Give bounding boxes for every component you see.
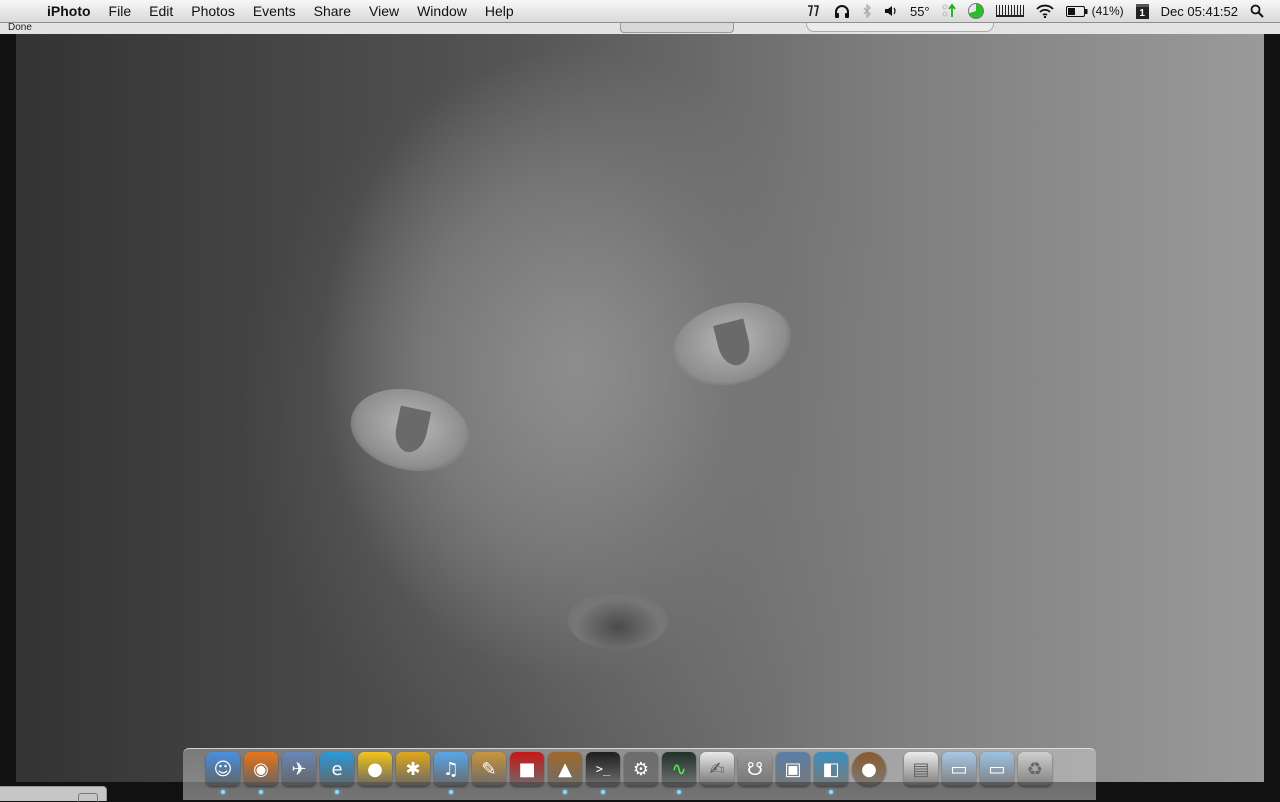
system-preferences-icon[interactable]: ⚙ <box>624 752 658 786</box>
temperature-readout[interactable]: 55° <box>904 4 936 19</box>
clock[interactable]: Dec 05:41:52 <box>1155 4 1244 19</box>
running-indicator <box>259 790 263 794</box>
menu-share[interactable]: Share <box>305 0 360 22</box>
running-indicator <box>677 790 681 794</box>
activity-glyph: ∿ <box>671 758 687 780</box>
dashcode-glyph: ✱ <box>405 758 421 780</box>
dock: ☺ ◉ ✈ e ● ✱ ♫ ✎ ■ ▲ >_ ⚙ ∿ ✍ ☋ ▣ ◧ ● ▤ ▭… <box>183 748 1096 800</box>
battery-percent: (41%) <box>1091 4 1124 18</box>
script-editor-glyph: ✎ <box>481 758 497 780</box>
running-indicator <box>221 790 225 794</box>
cat-right-pupil <box>712 318 754 369</box>
battery-icon <box>1065 5 1088 17</box>
memory-meter-graphic <box>995 5 1024 17</box>
textedit-icon[interactable]: ✍ <box>700 752 734 786</box>
activity-monitor-icon[interactable]: ∿ <box>662 752 696 794</box>
iphoto-glyph: ▲ <box>558 758 572 780</box>
headphones-icon[interactable] <box>828 4 856 19</box>
coconut-glyph: ● <box>861 758 877 780</box>
image-viewer-glyph: ▣ <box>784 758 802 780</box>
cat-nose <box>568 594 668 649</box>
coconut-battery-icon[interactable]: ● <box>852 752 886 786</box>
terminal-glyph: >_ <box>595 762 611 776</box>
lightning-icon[interactable] <box>800 4 828 18</box>
menu-edit[interactable]: Edit <box>140 0 182 22</box>
sysprefs-glyph: ⚙ <box>632 758 650 780</box>
textedit-glyph: ✍ <box>709 758 725 780</box>
menu-help[interactable]: Help <box>476 0 523 22</box>
utility-comb-icon[interactable]: ☋ <box>738 752 772 786</box>
running-indicator <box>563 790 567 794</box>
window-status-bar: Done <box>0 22 1280 34</box>
menu-file[interactable]: File <box>100 0 141 22</box>
terminal-icon[interactable]: >_ <box>586 752 620 794</box>
preview-glyph: ◧ <box>822 758 840 780</box>
menu-iphoto[interactable]: iPhoto <box>38 0 100 22</box>
adium-duck-icon[interactable]: ● <box>358 752 392 786</box>
search-field-edge[interactable] <box>806 22 994 32</box>
status-text: Done <box>8 22 32 33</box>
cpu-pie-graphic <box>967 3 984 19</box>
document-stack-icon[interactable]: ▤ <box>904 752 938 786</box>
mail-stamp-icon[interactable]: ✈ <box>282 752 316 786</box>
calendar-icon[interactable]: 1 <box>1130 3 1155 19</box>
photo-booth-glyph: ■ <box>518 758 536 780</box>
finder-icon[interactable]: ☺ <box>206 752 240 794</box>
network-activity-icon[interactable] <box>936 3 962 19</box>
menu-window[interactable]: Window <box>408 0 476 22</box>
mail-glyph: ✈ <box>291 758 307 780</box>
photo-shading <box>16 34 1264 782</box>
firefox-icon[interactable]: ◉ <box>244 752 278 794</box>
memory-meter-icon[interactable] <box>990 5 1030 17</box>
menu-photos[interactable]: Photos <box>182 0 244 22</box>
toolbar-buttons-edge[interactable] <box>620 22 734 33</box>
red-photo-booth-icon[interactable]: ■ <box>510 752 544 786</box>
cpu-pie-icon[interactable] <box>962 3 990 19</box>
preview-icon[interactable]: ◧ <box>814 752 848 794</box>
ie-glyph: e <box>331 758 343 780</box>
cat-left-pupil <box>391 405 432 455</box>
internet-explorer-icon[interactable]: e <box>320 752 354 794</box>
volume-icon[interactable] <box>878 5 904 17</box>
wifi-icon[interactable] <box>1030 4 1060 18</box>
bluetooth-icon[interactable] <box>856 4 878 18</box>
iphoto-icon[interactable]: ▲ <box>548 752 582 794</box>
comb-glyph: ☋ <box>747 758 763 780</box>
script-editor-icon[interactable]: ✎ <box>472 752 506 786</box>
running-indicator <box>829 790 833 794</box>
image-viewer-icon[interactable]: ▣ <box>776 752 810 786</box>
firefox-glyph: ◉ <box>253 758 269 780</box>
trash-glyph: ♻ <box>1026 758 1044 780</box>
menu-events[interactable]: Events <box>244 0 305 22</box>
itunes-glyph: ♫ <box>442 758 460 780</box>
menu-view[interactable]: View <box>360 0 408 22</box>
dashcode-icon[interactable]: ✱ <box>396 752 430 786</box>
documents-folder-icon[interactable]: ▭ <box>942 752 976 786</box>
downloads-glyph: ▭ <box>988 758 1006 780</box>
downloads-folder-icon[interactable]: ▭ <box>980 752 1014 786</box>
stack-glyph: ▤ <box>912 758 930 780</box>
battery-status[interactable]: (41%) <box>1060 4 1130 18</box>
trash-icon[interactable]: ♻ <box>1018 752 1052 786</box>
running-indicator <box>449 790 453 794</box>
running-indicator <box>601 790 605 794</box>
cat-photo <box>16 34 1264 782</box>
menu-bar: iPhoto File Edit Photos Events Share Vie… <box>0 0 1280 23</box>
running-indicator <box>335 790 339 794</box>
itunes-icon[interactable]: ♫ <box>434 752 468 794</box>
spotlight-search-icon[interactable] <box>1244 4 1270 18</box>
clock-text: Dec 05:41:52 <box>1160 3 1238 19</box>
calendar-day: 1 <box>1135 3 1149 19</box>
adium-glyph: ● <box>367 758 383 780</box>
finder-glyph: ☺ <box>213 758 233 780</box>
documents-glyph: ▭ <box>950 758 968 780</box>
corner-tab[interactable] <box>0 786 107 802</box>
temperature-value: 55° <box>909 3 930 19</box>
status-menus: 55° (41%) 1 Dec 05:41:52 <box>800 0 1280 22</box>
